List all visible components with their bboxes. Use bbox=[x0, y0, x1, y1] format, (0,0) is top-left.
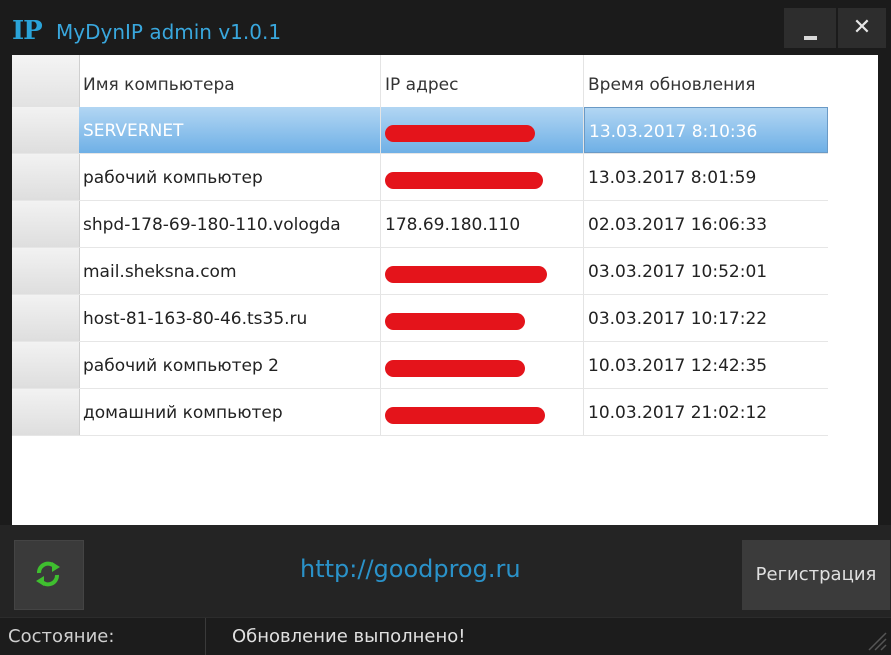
cell-update-time[interactable]: 10.03.2017 21:02:12 bbox=[584, 389, 828, 435]
redaction-mark bbox=[385, 266, 547, 283]
cell-computer-name[interactable]: shpd-178-69-180-110.vologda bbox=[79, 201, 381, 247]
cell-update-time[interactable]: 10.03.2017 12:42:35 bbox=[584, 342, 828, 388]
table-row[interactable]: рабочий компьютер 13.03.2017 8:01:59 bbox=[12, 154, 828, 201]
header-row-selector[interactable] bbox=[12, 55, 80, 107]
column-header-name[interactable]: Имя компьютера bbox=[79, 55, 381, 107]
refresh-button[interactable] bbox=[14, 540, 84, 610]
cell-update-time[interactable]: 03.03.2017 10:52:01 bbox=[584, 248, 828, 294]
cell-computer-name[interactable]: SERVERNET bbox=[79, 107, 381, 153]
column-header-time[interactable]: Время обновления bbox=[584, 55, 828, 107]
cell-ip-address[interactable] bbox=[381, 248, 584, 294]
computers-grid[interactable]: Имя компьютера IP адрес Время обновления… bbox=[12, 55, 878, 525]
cell-ip-address[interactable] bbox=[381, 107, 584, 153]
row-selector[interactable] bbox=[12, 295, 80, 341]
app-window: IP MyDynIP admin v1.0.1 ✕ Имя компьютера… bbox=[0, 0, 891, 655]
window-title: MyDynIP admin v1.0.1 bbox=[56, 20, 282, 44]
status-message: Обновление выполнено! bbox=[232, 626, 466, 647]
redaction-mark bbox=[385, 172, 543, 189]
redaction-mark bbox=[385, 313, 525, 330]
cell-ip-address[interactable] bbox=[381, 154, 584, 200]
title-bar[interactable]: IP MyDynIP admin v1.0.1 ✕ bbox=[0, 0, 891, 55]
grid-rows: SERVERNET 13.03.2017 8:10:36 рабочий ком… bbox=[12, 107, 828, 436]
app-logo-icon: IP bbox=[12, 16, 43, 46]
close-button[interactable]: ✕ bbox=[838, 8, 886, 48]
row-selector[interactable] bbox=[12, 389, 80, 435]
row-selector[interactable] bbox=[12, 154, 80, 200]
minimize-button[interactable] bbox=[784, 8, 836, 48]
cell-computer-name[interactable]: host-81-163-80-46.ts35.ru bbox=[79, 295, 381, 341]
cell-update-time[interactable]: 13.03.2017 8:10:36 bbox=[584, 107, 828, 153]
cell-ip-address[interactable] bbox=[381, 295, 584, 341]
row-selector[interactable] bbox=[12, 201, 80, 247]
status-label: Состояние: bbox=[8, 626, 115, 647]
resize-grip-icon[interactable] bbox=[865, 629, 887, 651]
cell-update-time[interactable]: 02.03.2017 16:06:33 bbox=[584, 201, 828, 247]
bottom-toolbar: http://goodprog.ru Регистрация bbox=[0, 525, 891, 617]
cell-ip-address[interactable]: 178.69.180.110 bbox=[381, 201, 584, 247]
redaction-mark bbox=[385, 125, 535, 142]
cell-ip-address[interactable] bbox=[381, 342, 584, 388]
row-selector[interactable] bbox=[12, 342, 80, 388]
cell-computer-name[interactable]: рабочий компьютер 2 bbox=[79, 342, 381, 388]
cell-update-time[interactable]: 03.03.2017 10:17:22 bbox=[584, 295, 828, 341]
cell-update-time[interactable]: 13.03.2017 8:01:59 bbox=[584, 154, 828, 200]
table-row[interactable]: домашний компьютер 10.03.2017 21:02:12 bbox=[12, 389, 828, 436]
status-divider bbox=[205, 618, 206, 655]
redaction-mark bbox=[385, 360, 525, 377]
register-button[interactable]: Регистрация bbox=[742, 540, 890, 610]
table-row[interactable]: рабочий компьютер 2 10.03.2017 12:42:35 bbox=[12, 342, 828, 389]
refresh-icon bbox=[36, 561, 60, 587]
table-row[interactable]: host-81-163-80-46.ts35.ru 03.03.2017 10:… bbox=[12, 295, 828, 342]
cell-computer-name[interactable]: рабочий компьютер bbox=[79, 154, 381, 200]
table-row[interactable]: SERVERNET 13.03.2017 8:10:36 bbox=[12, 107, 828, 154]
row-selector[interactable] bbox=[12, 107, 80, 153]
website-link[interactable]: http://goodprog.ru bbox=[300, 555, 521, 583]
status-bar: Состояние: Обновление выполнено! bbox=[0, 617, 891, 655]
cell-computer-name[interactable]: mail.sheksna.com bbox=[79, 248, 381, 294]
grid-header: Имя компьютера IP адрес Время обновления bbox=[12, 55, 828, 108]
cell-computer-name[interactable]: домашний компьютер bbox=[79, 389, 381, 435]
cell-ip-address[interactable] bbox=[381, 389, 584, 435]
row-selector[interactable] bbox=[12, 248, 80, 294]
redaction-mark bbox=[385, 407, 545, 424]
table-row[interactable]: mail.sheksna.com 03.03.2017 10:52:01 bbox=[12, 248, 828, 295]
table-row[interactable]: shpd-178-69-180-110.vologda 178.69.180.1… bbox=[12, 201, 828, 248]
column-header-ip[interactable]: IP адрес bbox=[381, 55, 584, 107]
